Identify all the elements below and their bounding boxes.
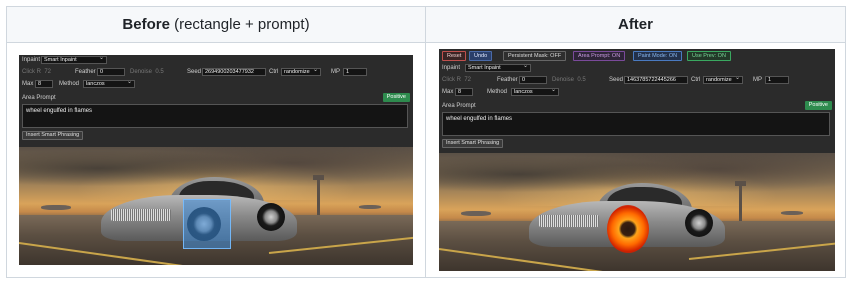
method-label: Method [59,81,80,87]
positive-button[interactable]: Positive [382,93,410,102]
feather-label: Feather [75,69,96,75]
header-before: Before (rectangle + prompt) [7,7,425,43]
feather-input[interactable]: 0 [97,68,125,76]
area-prompt-toggle[interactable]: Area Prompt: ON [573,51,626,61]
car-rear-wheel [685,209,713,237]
seed-input[interactable]: 1463785722445266 [624,76,688,84]
seed-label: Seed [609,77,624,83]
mask-rectangle[interactable] [183,199,231,249]
click-r-label: Click R 72 [22,69,52,75]
method-label: Method [487,89,508,95]
before-image [19,147,413,265]
method-select[interactable]: lanczos [83,80,135,88]
click-r-label: Click R 72 [442,77,472,83]
mp-label: MP [331,69,340,75]
seed-input[interactable]: 2694900203477932 [202,68,266,76]
header-before-rest: (rectangle + prompt) [169,16,310,33]
paint-mode-toggle[interactable]: Paint Mode: ON [633,51,683,61]
mp-input[interactable]: 1 [765,76,789,84]
reset-button[interactable]: Reset [442,51,467,61]
insert-smart-phrasing-button[interactable]: Insert Smart Phrasing [22,131,84,140]
header-after: After [617,16,653,33]
area-prompt-textarea[interactable]: wheel engulfed in flames [442,112,830,136]
car-rear-wheel [257,203,285,231]
ctrl-label: Ctrl [269,69,279,75]
max-label: Max [442,89,454,95]
undo-button[interactable]: Undo [469,51,493,61]
mp-input[interactable]: 1 [343,68,367,76]
before-control-panel: Inpaint Smart Inpaint Click R 72 Feather… [19,55,413,147]
seed-label: Seed [187,69,202,75]
comparison-table: Before (rectangle + prompt) After Inpain… [6,6,846,278]
feather-label: Feather [497,77,518,83]
max-input[interactable]: 8 [35,80,53,88]
denoise-label: Denoise 0.5 [130,69,164,75]
ctrl-select[interactable]: randomize [281,68,321,76]
table-header-row: Before (rectangle + prompt) After [7,7,845,43]
insert-smart-phrasing-button[interactable]: Insert Smart Phrasing [442,139,504,148]
ctrl-select[interactable]: randomize [703,76,743,84]
before-screenshot: Inpaint Smart Inpaint Click R 72 Feather… [19,55,413,265]
persistent-mask-button[interactable]: Persistent Mask: OFF [503,51,567,61]
after-screenshot: Reset Undo Persistent Mask: OFF Area Pro… [439,49,835,271]
feather-input[interactable]: 0 [519,76,547,84]
after-control-panel: Reset Undo Persistent Mask: OFF Area Pro… [439,49,835,153]
area-prompt-textarea[interactable]: wheel engulfed in flames [22,104,408,128]
ctrl-label: Ctrl [691,77,701,83]
area-prompt-label: Area Prompt [442,103,476,109]
positive-button[interactable]: Positive [804,101,832,110]
max-input[interactable]: 8 [455,88,473,96]
inpaint-select[interactable]: Smart Inpaint [465,64,531,72]
column-divider [425,7,426,277]
inpaint-label: Inpaint [22,57,41,63]
inpaint-label: Inpaint [442,65,461,71]
area-prompt-label: Area Prompt [22,95,56,101]
use-prev-toggle[interactable]: Use Prev: ON [687,51,731,61]
inpaint-select[interactable]: Smart Inpaint [41,56,107,64]
header-before-bold: Before [122,16,170,33]
mp-label: MP [753,77,762,83]
denoise-label: Denoise 0.5 [552,77,586,83]
after-image [439,153,835,271]
max-label: Max [22,81,34,87]
method-select[interactable]: lanczos [511,88,559,96]
